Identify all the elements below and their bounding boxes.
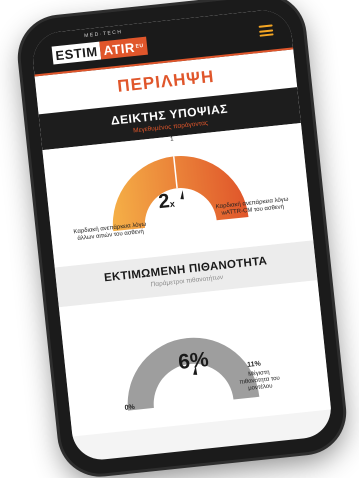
probability-gauge: 6% 0% 11% Μέγιστη πιθανότητα του μοντέλο…	[58, 280, 332, 437]
suspicion-gauge-arc	[112, 156, 249, 232]
logo-text-part2: ATIREU	[99, 36, 148, 60]
logo-text-part2-main: ATIR	[102, 39, 136, 59]
menu-line	[259, 28, 274, 33]
suspicion-gauge-value: 2x	[157, 190, 175, 215]
menu-line	[259, 33, 274, 37]
probability-gauge-value: 6%	[177, 347, 210, 375]
suspicion-gauge-needle-icon	[180, 190, 184, 200]
logo-suffix: EU	[135, 42, 144, 50]
menu-line	[258, 24, 273, 28]
phone-frame: MED·TECH ESTIM ATIREU ΠΕΡΙΛΗΨΗ ΔΕΙΚΤΗΣ Υ…	[16, 0, 348, 478]
logo-text-part1: ESTIM	[51, 41, 102, 65]
phone-screen: MED·TECH ESTIM ATIREU ΠΕΡΙΛΗΨΗ ΔΕΙΚΤΗΣ Υ…	[30, 7, 334, 463]
hamburger-menu-icon[interactable]	[258, 24, 274, 37]
suspicion-gauge-unit: x	[169, 198, 176, 210]
